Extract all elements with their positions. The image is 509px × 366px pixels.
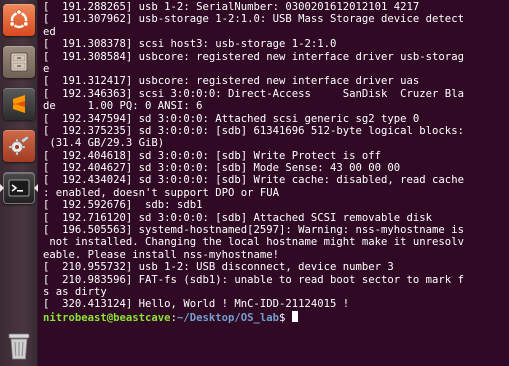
prompt-user-host: nitrobeast@beastcave (43, 311, 171, 324)
terminal-line: [ 192.404627] sd 3:0:0:0: [sdb] Mode Sen… (43, 162, 401, 175)
terminal-line: [ 192.434024] sd 3:0:0:0: [sdb] Write ca… (43, 174, 464, 187)
terminal-line: [ 191.308584] usbcore: registered new in… (43, 50, 464, 63)
terminal-line: [ 191.308378] scsi host3: usb-storage 1-… (43, 38, 337, 51)
terminal-line: (31.4 GB/29.3 GiB) (43, 137, 165, 150)
trash-icon (8, 333, 30, 360)
dash-button[interactable] (3, 4, 35, 36)
trash-button[interactable] (3, 330, 35, 362)
text-cursor (291, 310, 298, 322)
terminal-icon (8, 179, 30, 197)
terminal-line: [ 320.413124] Hello, World ! MnC-IDD-211… (43, 298, 350, 311)
terminal-line: [ 192.347594] sd 3:0:0:0: Attached scsi … (43, 112, 420, 125)
terminal-line: : enabled, doesn't support DPO or FUA (43, 186, 279, 199)
ubuntu-logo-icon (9, 9, 29, 29)
terminal-line: [ 191.312417] usbcore: registered new in… (43, 75, 420, 88)
terminal-line: [ 192.404618] sd 3:0:0:0: [sdb] Write Pr… (43, 149, 382, 162)
focused-app-indicator (34, 184, 38, 192)
shell-prompt[interactable]: nitrobeast@beastcave:~/Desktop/OS_lab$ (43, 310, 509, 324)
terminal-line: [ 192.375235] sd 3:0:0:0: [sdb] 61341696… (43, 124, 464, 137)
terminal-line: [ 191.307962] usb-storage 1-2:1.0: USB M… (43, 13, 464, 26)
terminal-line: e (43, 62, 50, 75)
terminal-line: [ 192.592676] sdb: sdb1 (43, 199, 203, 212)
unity-launcher (0, 0, 38, 366)
gear-wrench-icon (8, 135, 30, 156)
terminal-line: ed (43, 25, 56, 38)
file-cabinet-icon (10, 52, 28, 72)
terminal-line: de 1.00 PQ: 0 ANSI: 6 (43, 100, 203, 113)
sublime-s-icon (13, 95, 25, 113)
prompt-path: ~/Desktop/OS_lab (176, 311, 280, 324)
sublime-text-button[interactable] (3, 88, 35, 120)
terminal-button[interactable] (3, 172, 35, 204)
terminal-line: [ 191.288265] usb 1-2: SerialNumber: 030… (43, 1, 420, 13)
terminal-line: s as dirty (43, 285, 107, 298)
terminal-line: [ 196.505563] systemd-hostnamed[2597]: W… (43, 224, 464, 237)
files-button[interactable] (3, 46, 35, 78)
prompt-symbol: $ (279, 311, 292, 324)
terminal-line: not installed. Changing the local hostna… (43, 236, 464, 249)
terminal-output[interactable]: [ 191.288265] usb 1-2: SerialNumber: 030… (40, 0, 509, 366)
active-app-indicator (0, 184, 4, 192)
terminal-line: [ 192.716120] sd 3:0:0:0: [sdb] Attached… (43, 211, 433, 224)
terminal-line: [ 210.955732] usb 1-2: USB disconnect, d… (43, 261, 394, 274)
terminal-line: [ 192.346363] scsi 3:0:0:0: Direct-Acces… (43, 87, 464, 100)
system-settings-button[interactable] (3, 130, 35, 162)
terminal-line: [ 210.983596] FAT-fs (sdb1): unable to r… (43, 273, 464, 286)
terminal-line: eable. Please install nss-myhostname! (43, 248, 279, 261)
